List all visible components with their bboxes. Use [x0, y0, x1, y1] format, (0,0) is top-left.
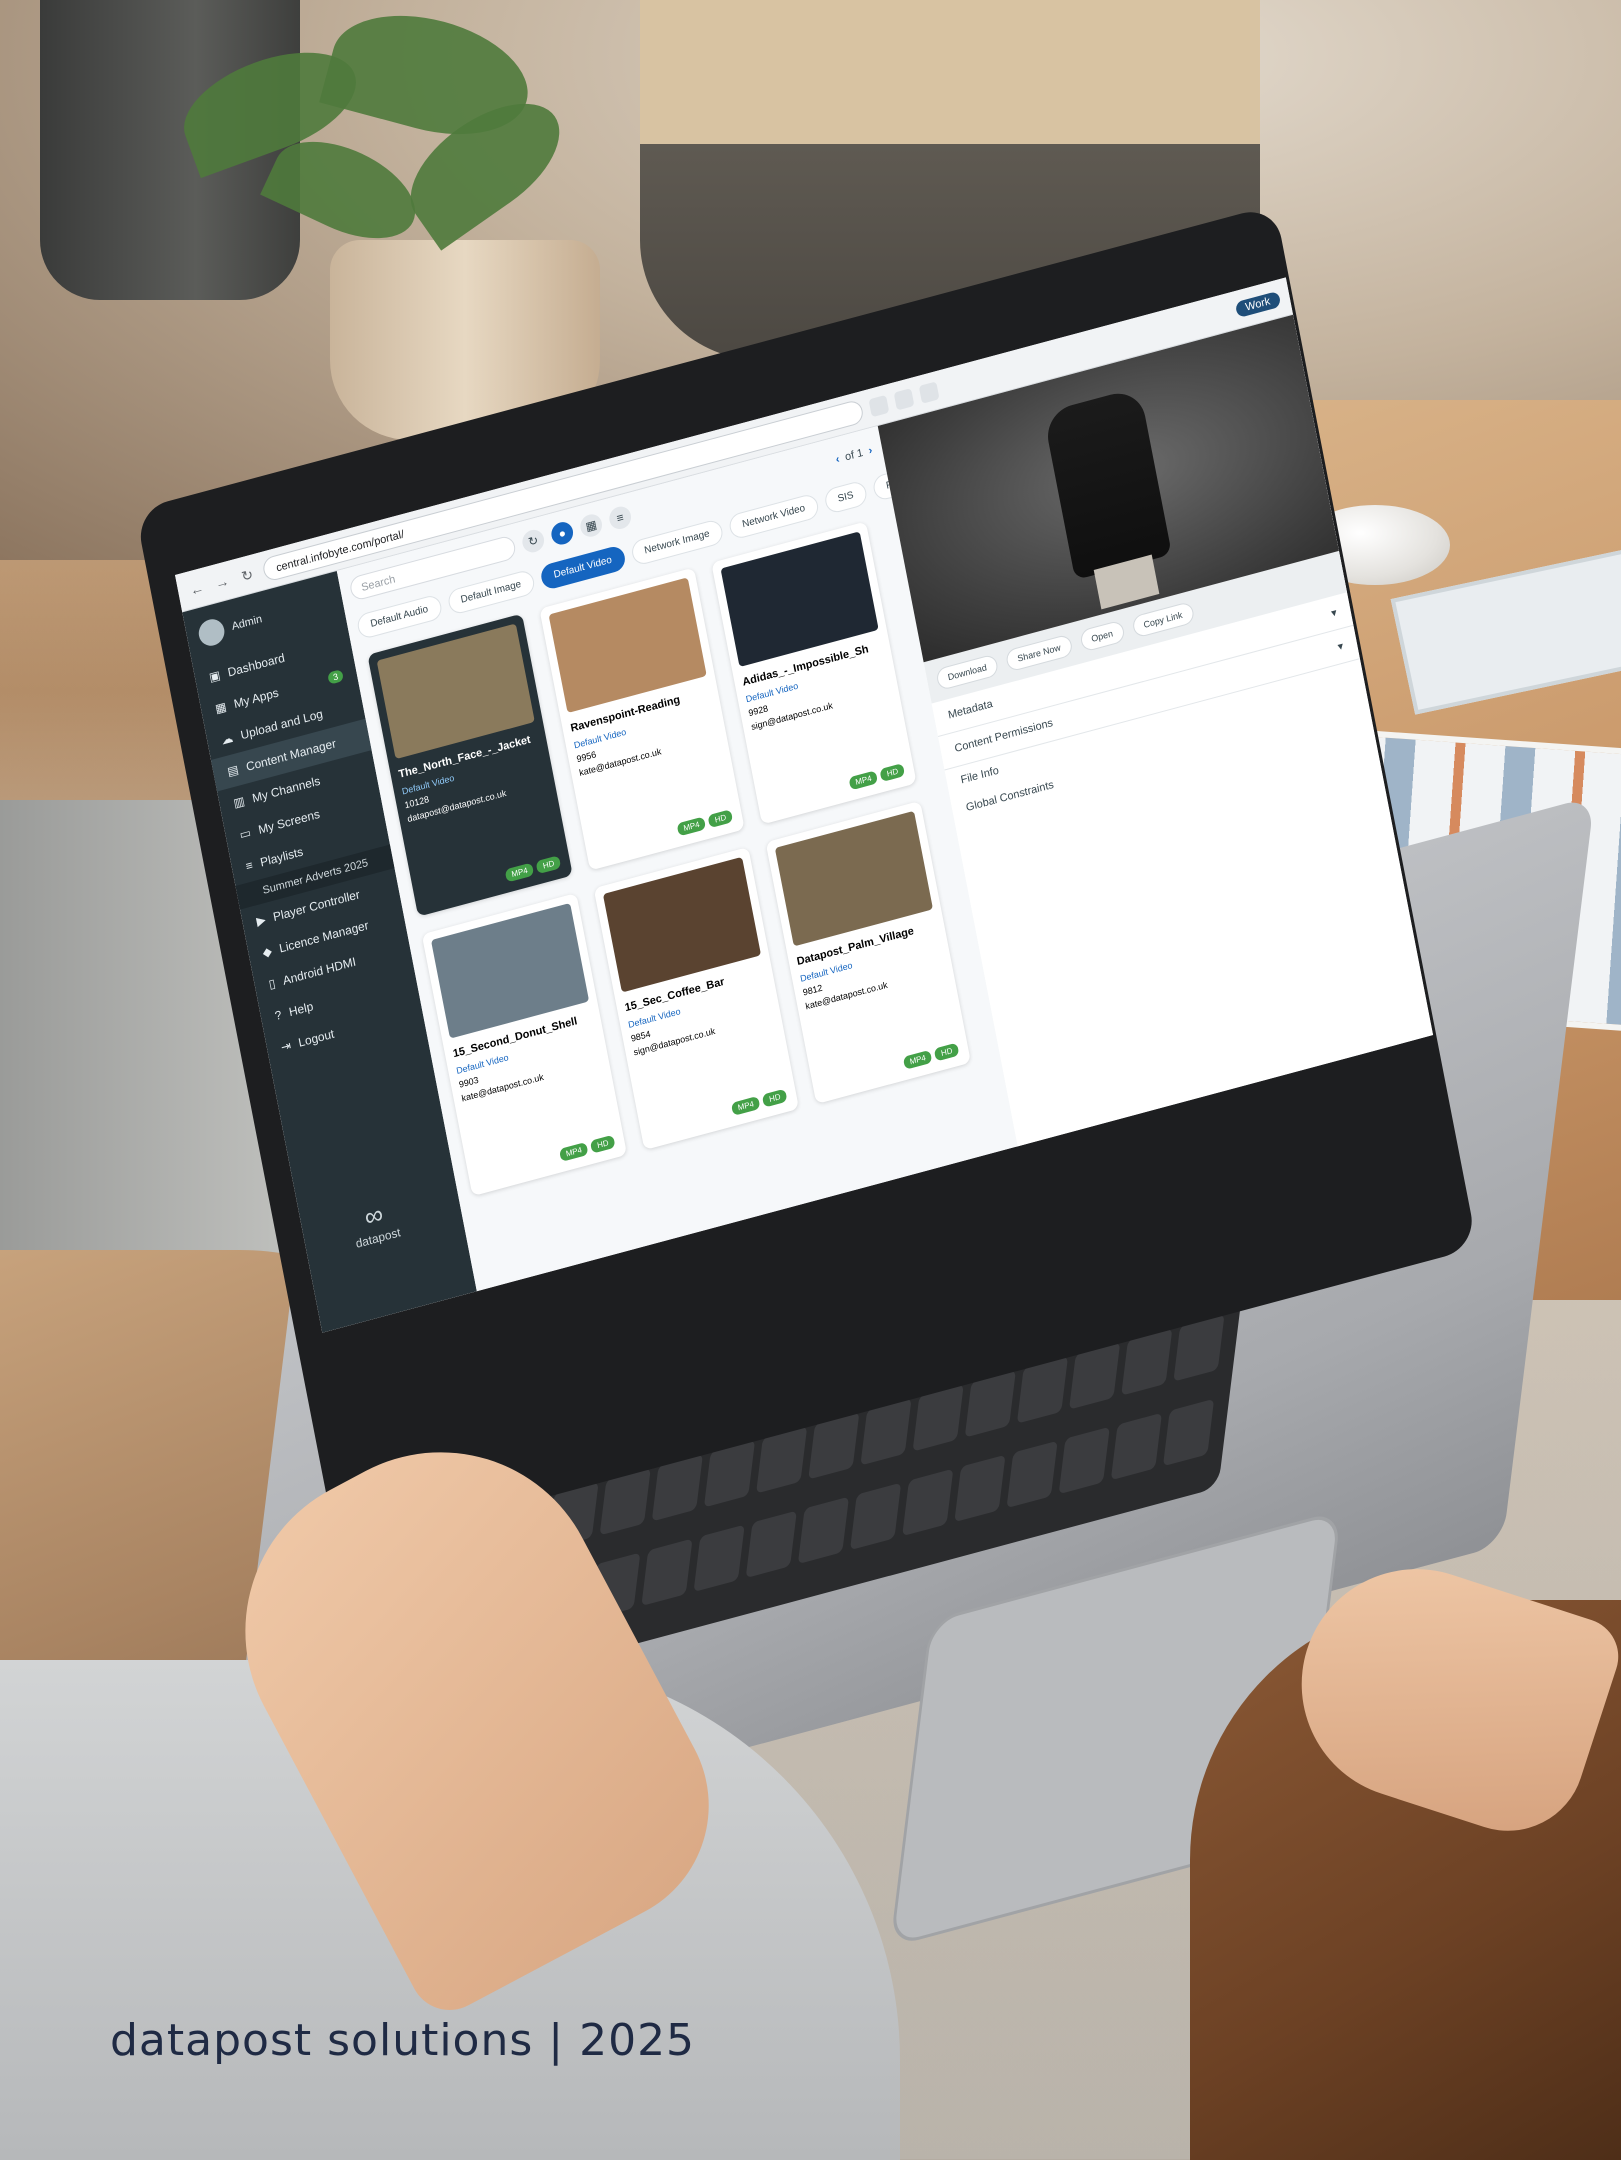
- prev-page-icon[interactable]: ‹: [835, 453, 841, 466]
- quality-tag: HD: [762, 1088, 788, 1108]
- format-tag: MP4: [848, 770, 879, 791]
- back-icon[interactable]: ←: [186, 577, 207, 599]
- screen-icon: ▭: [238, 825, 253, 842]
- refresh-icon[interactable]: ↻: [520, 527, 546, 555]
- extension-icon[interactable]: [868, 394, 890, 417]
- folder-icon: ▤: [226, 762, 240, 780]
- download-button[interactable]: Download: [935, 653, 1000, 692]
- keyboard-key: [954, 1454, 1006, 1522]
- licence-icon: ◆: [261, 943, 273, 961]
- open-button[interactable]: Open: [1078, 619, 1126, 653]
- forward-icon[interactable]: →: [212, 570, 233, 592]
- profile-button[interactable]: Work: [1234, 290, 1282, 318]
- sidebar-item-label: My Apps: [232, 685, 280, 712]
- sidebar-item-label: Playlists: [259, 844, 305, 870]
- keyboard-key: [849, 1482, 902, 1550]
- card-tags: MP4 HD: [730, 1088, 788, 1116]
- share-button[interactable]: Share Now: [1004, 633, 1074, 673]
- media-card[interactable]: 15_Sec_Coffee_Bar Default Video 9854 sig…: [593, 846, 800, 1151]
- keyboard-key: [641, 1538, 693, 1606]
- card-tags: MP4 HD: [848, 763, 906, 791]
- keyboard-key: [902, 1468, 954, 1536]
- filter-icon[interactable]: ●: [549, 519, 575, 548]
- chevron-down-icon: ▾: [1330, 606, 1338, 620]
- media-card[interactable]: Ravenspoint-Reading Default Video 9956 k…: [539, 567, 745, 871]
- reload-icon[interactable]: ↻: [237, 564, 258, 586]
- quality-tag: HD: [934, 1042, 960, 1062]
- apps-icon: ▦: [213, 699, 228, 717]
- format-tag: MP4: [730, 1095, 761, 1116]
- quality-tag: HD: [535, 855, 562, 875]
- download-icon[interactable]: [918, 380, 940, 404]
- card-tags: MP4 HD: [902, 1042, 960, 1070]
- jacket-image: [1042, 386, 1172, 581]
- next-page-icon[interactable]: ›: [868, 444, 874, 457]
- list-view-icon[interactable]: ≡: [607, 504, 633, 532]
- android-icon: ▯: [267, 976, 277, 992]
- format-tag: MP4: [676, 816, 707, 837]
- avatar: [196, 616, 227, 649]
- media-card[interactable]: The_North_Face_-_Jacket Default Video 10…: [367, 613, 573, 917]
- keyboard-key: [745, 1510, 797, 1578]
- player-icon: ▶: [255, 912, 267, 929]
- keyboard-key: [1162, 1398, 1215, 1467]
- keyboard-key: [1110, 1412, 1163, 1481]
- keyboard-key: [1058, 1426, 1110, 1495]
- keyboard-key: [1006, 1440, 1058, 1509]
- copy-link-button[interactable]: Copy Link: [1130, 600, 1196, 639]
- media-card[interactable]: 15_Second_Donut_Shell Default Video 9903…: [421, 892, 628, 1197]
- dashboard-icon: ▣: [207, 667, 222, 685]
- help-icon: ?: [273, 1007, 283, 1024]
- upload-icon: ☁: [220, 730, 235, 748]
- filter-chip[interactable]: SIS: [822, 479, 869, 516]
- extension-icon[interactable]: [893, 387, 915, 411]
- channel-icon: ▥: [232, 793, 246, 811]
- card-tags: MP4 HD: [504, 855, 562, 883]
- media-card[interactable]: Adidas_-_Impossible_Sh Default Video 992…: [711, 521, 917, 825]
- sidebar-item-label: Logout: [297, 1026, 336, 1050]
- quality-tag: HD: [707, 809, 734, 829]
- media-card[interactable]: Datapost_Palm_Village Default Video 9812…: [765, 800, 971, 1105]
- quality-tag: HD: [879, 763, 906, 782]
- card-tags: MP4 HD: [558, 1134, 616, 1162]
- sidebar-item-label: Help: [287, 999, 315, 1020]
- pager-text: of 1: [844, 446, 865, 464]
- pagination: ‹ of 1 ›: [835, 444, 874, 466]
- footer-caption: datapost solutions | 2025: [110, 2015, 696, 2066]
- quality-tag: HD: [590, 1134, 616, 1154]
- apps-badge: 3: [327, 669, 344, 685]
- grid-view-icon[interactable]: ▦: [578, 511, 604, 540]
- format-tag: MP4: [902, 1049, 933, 1070]
- keyboard-key: [693, 1524, 745, 1592]
- keyboard-key: [797, 1496, 850, 1564]
- brand-logo: ∞ datapost: [349, 1195, 402, 1251]
- accordion-label: Metadata: [947, 697, 994, 722]
- chevron-down-icon: ▾: [1336, 640, 1345, 654]
- format-tag: MP4: [504, 862, 535, 883]
- format-tag: MP4: [558, 1141, 589, 1162]
- user-name: Admin: [230, 613, 264, 633]
- playlist-icon: ≡: [244, 857, 255, 874]
- card-tags: MP4 HD: [676, 809, 734, 837]
- logout-icon: ⇥: [279, 1038, 293, 1055]
